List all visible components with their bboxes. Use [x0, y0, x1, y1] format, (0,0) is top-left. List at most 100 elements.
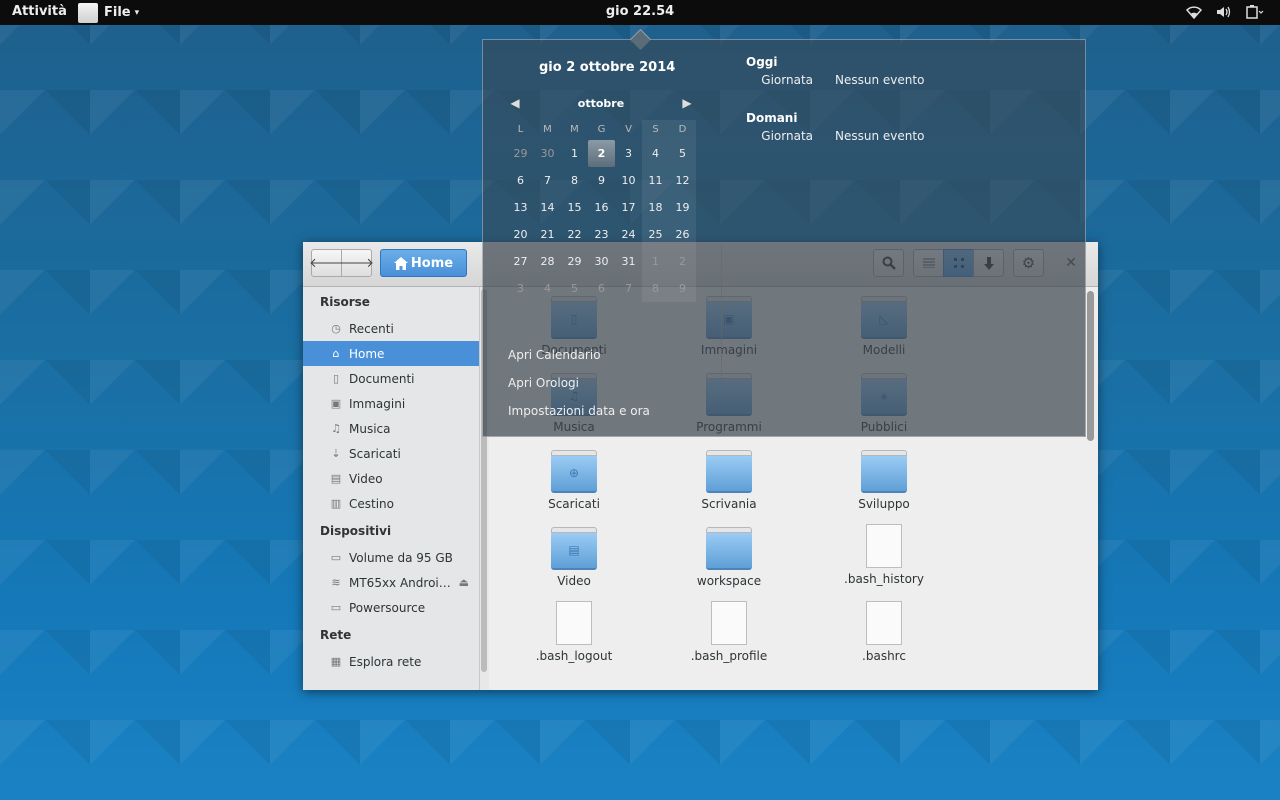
calendar-day[interactable]: 5 [669, 140, 696, 167]
folder-item[interactable]: workspace [664, 527, 794, 588]
calendar-day[interactable]: 19 [669, 194, 696, 221]
weekday-label: D [669, 120, 696, 140]
file-name: Sviluppo [858, 497, 910, 511]
calendar-day[interactable]: 17 [615, 194, 642, 221]
sidebar-item-volume-da-95-gb[interactable]: ▭ Volume da 95 GB [303, 545, 479, 570]
location-label: Home [410, 255, 454, 271]
calendar-day[interactable]: 14 [534, 194, 561, 221]
sidebar-item-documenti[interactable]: ▯ Documenti [303, 366, 479, 391]
top-bar: Attività File ▾ gio 22.54 [0, 0, 1280, 25]
image-icon: ▣ [330, 397, 342, 410]
calendar-day[interactable]: 25 [642, 221, 669, 248]
calendar-day[interactable]: 6 [588, 275, 615, 302]
clock[interactable]: gio 22.54 [0, 4, 1280, 19]
calendar-link[interactable]: Impostazioni data e ora [508, 404, 650, 432]
calendar-link[interactable]: Apri Calendario [508, 348, 650, 376]
calendar-day[interactable]: 24 [615, 221, 642, 248]
calendar-day[interactable]: 7 [615, 275, 642, 302]
folder-icon [861, 450, 907, 493]
calendar-day[interactable]: 4 [642, 140, 669, 167]
next-month-button[interactable]: ▶ [681, 96, 693, 110]
calendar-links: Apri Calendario Apri Orologi Impostazioni … [508, 348, 650, 432]
calendar-day[interactable]: 7 [534, 167, 561, 194]
calendar-day[interactable]: 4 [534, 275, 561, 302]
calendar-day[interactable]: 5 [561, 275, 588, 302]
calendar-day[interactable]: 20 [507, 221, 534, 248]
file-item[interactable]: .bash_profile [664, 601, 794, 663]
calendar-day[interactable]: 10 [615, 167, 642, 194]
file-item[interactable]: .bash_logout [509, 601, 639, 663]
volume-icon[interactable] [1216, 5, 1232, 19]
weekday-label: M [543, 124, 552, 135]
calendar-day[interactable]: 30 [588, 248, 615, 275]
sidebar-item-immagini[interactable]: ▣ Immagini [303, 391, 479, 416]
sidebar-item-cestino[interactable]: ▥ Cestino [303, 491, 479, 516]
calendar-day[interactable]: 9 [669, 275, 696, 302]
location-home-button[interactable]: Home [380, 249, 467, 277]
folder-item[interactable]: ▤ Video [509, 527, 639, 588]
eject-icon[interactable]: ⏏ [459, 576, 469, 589]
weekday-label: M [570, 124, 579, 135]
calendar-day[interactable]: 12 [669, 167, 696, 194]
back-button[interactable]: 🡐 [309, 249, 344, 277]
forward-button[interactable]: 🡒 [339, 249, 374, 277]
calendar-day[interactable]: 2 [669, 248, 696, 275]
calendar-day[interactable]: 9 [588, 167, 615, 194]
sidebar-item-musica[interactable]: ♫ Musica [303, 416, 479, 441]
sidebar-item-label: Volume da 95 GB [349, 550, 453, 565]
sidebar-item-label: Video [349, 471, 383, 486]
sidebar-item-scaricati[interactable]: ⇣ Scaricati [303, 441, 479, 466]
calendar-day[interactable]: 29 [561, 248, 588, 275]
calendar-day[interactable]: 31 [615, 248, 642, 275]
calendar-day[interactable]: 15 [561, 194, 588, 221]
wifi-icon[interactable] [1186, 5, 1202, 19]
battery-icon[interactable] [1246, 5, 1264, 19]
calendar-day[interactable]: 30 [534, 140, 561, 167]
calendar-week-row: 29 30 1 2 3 4 5 [507, 140, 696, 167]
sidebar-item-video[interactable]: ▤ Video [303, 466, 479, 491]
calendar-day[interactable]: 11 [642, 167, 669, 194]
calendar-week-row: 20 21 22 23 24 25 26 [507, 221, 696, 248]
sidebar-item-esplora-rete[interactable]: ▦ Esplora rete [303, 649, 479, 674]
calendar-day[interactable]: 16 [588, 194, 615, 221]
file-name: Scrivania [701, 497, 757, 511]
file-item[interactable]: .bashrc [819, 601, 949, 663]
content-scrollbar[interactable] [1087, 291, 1094, 441]
system-tray[interactable] [1186, 5, 1264, 19]
folder-item[interactable]: Scrivania [664, 450, 794, 511]
calendar-day[interactable]: 3 [615, 140, 642, 167]
sidebar-item-recenti[interactable]: ◷ Recenti [303, 316, 479, 341]
sidebar-item-powersource[interactable]: ▭ Powersource [303, 595, 479, 620]
calendar-day[interactable]: 1 [561, 140, 588, 167]
document-icon: ▯ [332, 372, 340, 385]
calendar-day[interactable]: 26 [669, 221, 696, 248]
calendar-day[interactable]: 6 [507, 167, 534, 194]
calendar-day[interactable]: 13 [507, 194, 534, 221]
calendar-day[interactable]: 29 [507, 140, 534, 167]
calendar-day[interactable]: 1 [642, 248, 669, 275]
calendar-day[interactable]: 8 [561, 167, 588, 194]
event-time: Giornata [761, 129, 813, 143]
sidebar-item-home[interactable]: ⌂ Home [303, 341, 479, 366]
sidebar-item-mt65xx-androi[interactable]: ≋ MT65xx Androi… ⏏ [303, 570, 479, 595]
event-day-heading: Oggi [746, 55, 778, 69]
folder-icon [706, 450, 752, 493]
file-item[interactable]: .bash_history [819, 524, 949, 586]
calendar-day[interactable]: 18 [642, 194, 669, 221]
calendar-day[interactable]: 28 [534, 248, 561, 275]
calendar-week-row: 27 28 29 30 31 1 2 [507, 248, 696, 275]
calendar-day[interactable]: 21 [534, 221, 561, 248]
calendar-day[interactable]: 22 [561, 221, 588, 248]
calendar-day[interactable]: 8 [642, 275, 669, 302]
calendar-link[interactable]: Apri Orologi [508, 376, 650, 404]
calendar-day[interactable]: 23 [588, 221, 615, 248]
folder-item[interactable]: Sviluppo [819, 450, 949, 511]
folder-item[interactable]: ⊕ Scaricati [509, 450, 639, 511]
calendar-date-title[interactable]: gio 2 ottobre 2014 [539, 60, 675, 75]
drive-icon: ▭ [330, 601, 342, 614]
calendar-day[interactable]: 2 [588, 140, 615, 167]
calendar-day[interactable]: 3 [507, 275, 534, 302]
sidebar-item-label: Powersource [349, 600, 426, 615]
home-icon: ⌂ [332, 347, 340, 360]
calendar-day[interactable]: 27 [507, 248, 534, 275]
